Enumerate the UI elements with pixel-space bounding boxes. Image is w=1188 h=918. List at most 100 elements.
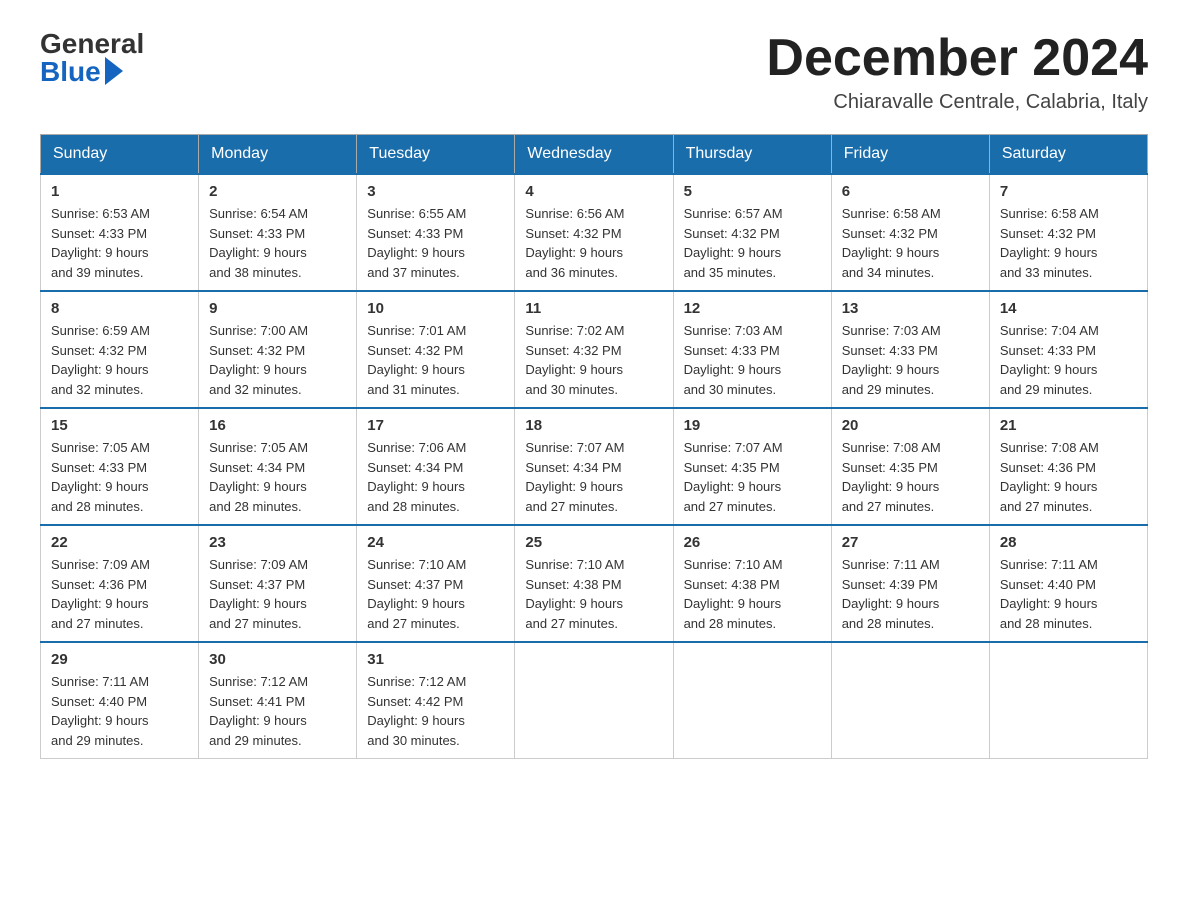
calendar-cell: 27 Sunrise: 7:11 AMSunset: 4:39 PMDayligh… (831, 525, 989, 642)
col-header-thursday: Thursday (673, 135, 831, 175)
day-number: 14 (1000, 300, 1137, 317)
day-info: Sunrise: 7:00 AMSunset: 4:32 PMDaylight:… (209, 321, 346, 399)
calendar-cell: 18 Sunrise: 7:07 AMSunset: 4:34 PMDayligh… (515, 408, 673, 525)
day-info: Sunrise: 7:11 AMSunset: 4:40 PMDaylight:… (51, 672, 188, 750)
day-info: Sunrise: 7:09 AMSunset: 4:37 PMDaylight:… (209, 555, 346, 633)
col-header-sunday: Sunday (41, 135, 199, 175)
calendar-cell: 8 Sunrise: 6:59 AMSunset: 4:32 PMDaylight… (41, 291, 199, 408)
col-header-tuesday: Tuesday (357, 135, 515, 175)
day-info: Sunrise: 7:01 AMSunset: 4:32 PMDaylight:… (367, 321, 504, 399)
day-number: 11 (525, 300, 662, 317)
logo-general-text: General (40, 30, 144, 58)
day-info: Sunrise: 7:05 AMSunset: 4:33 PMDaylight:… (51, 438, 188, 516)
day-number: 29 (51, 651, 188, 668)
calendar-cell: 6Sunrise: 6:58 AMSunset: 4:32 PMDaylight… (831, 174, 989, 291)
calendar-cell (673, 642, 831, 759)
day-info: Sunrise: 6:55 AMSunset: 4:33 PMDaylight:… (367, 204, 504, 282)
week-row-1: 1 Sunrise: 6:53 AMSunset: 4:33 PMDaylight… (41, 174, 1148, 291)
day-info: Sunrise: 6:59 AMSunset: 4:32 PMDaylight:… (51, 321, 188, 399)
week-row-3: 15Sunrise: 7:05 AMSunset: 4:33 PMDayligh… (41, 408, 1148, 525)
day-info: Sunrise: 7:07 AMSunset: 4:35 PMDaylight:… (684, 438, 821, 516)
day-info: Sunrise: 7:12 AMSunset: 4:41 PMDaylight:… (209, 672, 346, 750)
calendar-cell: 1 Sunrise: 6:53 AMSunset: 4:33 PMDaylight… (41, 174, 199, 291)
day-number: 13 (842, 300, 979, 317)
col-header-saturday: Saturday (989, 135, 1147, 175)
calendar-header-row: SundayMondayTuesdayWednesdayThursdayFrid… (41, 135, 1148, 175)
calendar-cell: 21 Sunrise: 7:08 AMSunset: 4:36 PMDayligh… (989, 408, 1147, 525)
calendar-table: SundayMondayTuesdayWednesdayThursdayFrid… (40, 134, 1148, 759)
calendar-cell: 28Sunrise: 7:11 AMSunset: 4:40 PMDayligh… (989, 525, 1147, 642)
day-info: Sunrise: 7:03 AMSunset: 4:33 PMDaylight:… (842, 321, 979, 399)
calendar-cell: 15Sunrise: 7:05 AMSunset: 4:33 PMDayligh… (41, 408, 199, 525)
day-number: 21 (1000, 417, 1137, 434)
calendar-cell (515, 642, 673, 759)
day-info: Sunrise: 7:11 AMSunset: 4:40 PMDaylight:… (1000, 555, 1137, 633)
logo: General Blue (40, 30, 144, 86)
day-info: Sunrise: 7:05 AMSunset: 4:34 PMDaylight:… (209, 438, 346, 516)
week-row-5: 29 Sunrise: 7:11 AMSunset: 4:40 PMDayligh… (41, 642, 1148, 759)
calendar-cell: 16 Sunrise: 7:05 AMSunset: 4:34 PMDayligh… (199, 408, 357, 525)
day-number: 27 (842, 534, 979, 551)
calendar-cell: 12Sunrise: 7:03 AMSunset: 4:33 PMDayligh… (673, 291, 831, 408)
calendar-cell: 7 Sunrise: 6:58 AMSunset: 4:32 PMDaylight… (989, 174, 1147, 291)
day-number: 18 (525, 417, 662, 434)
logo-blue-text: Blue (40, 58, 123, 86)
day-info: Sunrise: 7:04 AMSunset: 4:33 PMDaylight:… (1000, 321, 1137, 399)
calendar-cell: 22Sunrise: 7:09 AMSunset: 4:36 PMDayligh… (41, 525, 199, 642)
week-row-4: 22Sunrise: 7:09 AMSunset: 4:36 PMDayligh… (41, 525, 1148, 642)
day-info: Sunrise: 6:58 AMSunset: 4:32 PMDaylight:… (1000, 204, 1137, 282)
day-info: Sunrise: 7:07 AMSunset: 4:34 PMDaylight:… (525, 438, 662, 516)
day-info: Sunrise: 7:02 AMSunset: 4:32 PMDaylight:… (525, 321, 662, 399)
day-number: 7 (1000, 183, 1137, 200)
calendar-cell: 14 Sunrise: 7:04 AMSunset: 4:33 PMDayligh… (989, 291, 1147, 408)
calendar-cell: 17 Sunrise: 7:06 AMSunset: 4:34 PMDayligh… (357, 408, 515, 525)
day-number: 4 (525, 183, 662, 200)
day-info: Sunrise: 6:57 AMSunset: 4:32 PMDaylight:… (684, 204, 821, 282)
day-info: Sunrise: 7:10 AMSunset: 4:38 PMDaylight:… (684, 555, 821, 633)
day-info: Sunrise: 6:54 AMSunset: 4:33 PMDaylight:… (209, 204, 346, 282)
col-header-wednesday: Wednesday (515, 135, 673, 175)
calendar-cell: 11 Sunrise: 7:02 AMSunset: 4:32 PMDayligh… (515, 291, 673, 408)
day-number: 8 (51, 300, 188, 317)
day-number: 6 (842, 183, 979, 200)
day-info: Sunrise: 7:10 AMSunset: 4:37 PMDaylight:… (367, 555, 504, 633)
day-info: Sunrise: 7:11 AMSunset: 4:39 PMDaylight:… (842, 555, 979, 633)
calendar-cell: 29 Sunrise: 7:11 AMSunset: 4:40 PMDayligh… (41, 642, 199, 759)
day-number: 17 (367, 417, 504, 434)
location-subtitle: Chiaravalle Centrale, Calabria, Italy (766, 91, 1148, 114)
calendar-cell: 10Sunrise: 7:01 AMSunset: 4:32 PMDayligh… (357, 291, 515, 408)
day-number: 20 (842, 417, 979, 434)
day-number: 2 (209, 183, 346, 200)
calendar-cell: 19 Sunrise: 7:07 AMSunset: 4:35 PMDayligh… (673, 408, 831, 525)
calendar-cell (831, 642, 989, 759)
day-number: 12 (684, 300, 821, 317)
day-number: 9 (209, 300, 346, 317)
calendar-cell (989, 642, 1147, 759)
day-number: 25 (525, 534, 662, 551)
day-number: 1 (51, 183, 188, 200)
day-number: 16 (209, 417, 346, 434)
day-number: 23 (209, 534, 346, 551)
page-header: General Blue December 2024 Chiaravalle C… (40, 30, 1148, 114)
day-number: 31 (367, 651, 504, 668)
day-info: Sunrise: 7:12 AMSunset: 4:42 PMDaylight:… (367, 672, 504, 750)
calendar-cell: 9 Sunrise: 7:00 AMSunset: 4:32 PMDaylight… (199, 291, 357, 408)
calendar-cell: 26Sunrise: 7:10 AMSunset: 4:38 PMDayligh… (673, 525, 831, 642)
calendar-cell: 30 Sunrise: 7:12 AMSunset: 4:41 PMDayligh… (199, 642, 357, 759)
calendar-cell: 23 Sunrise: 7:09 AMSunset: 4:37 PMDayligh… (199, 525, 357, 642)
day-number: 19 (684, 417, 821, 434)
day-info: Sunrise: 7:10 AMSunset: 4:38 PMDaylight:… (525, 555, 662, 633)
day-info: Sunrise: 6:56 AMSunset: 4:32 PMDaylight:… (525, 204, 662, 282)
day-number: 22 (51, 534, 188, 551)
calendar-cell: 31 Sunrise: 7:12 AMSunset: 4:42 PMDayligh… (357, 642, 515, 759)
calendar-cell: 3 Sunrise: 6:55 AMSunset: 4:33 PMDaylight… (357, 174, 515, 291)
calendar-cell: 20Sunrise: 7:08 AMSunset: 4:35 PMDayligh… (831, 408, 989, 525)
calendar-cell: 13 Sunrise: 7:03 AMSunset: 4:33 PMDayligh… (831, 291, 989, 408)
day-number: 3 (367, 183, 504, 200)
day-info: Sunrise: 6:53 AMSunset: 4:33 PMDaylight:… (51, 204, 188, 282)
col-header-monday: Monday (199, 135, 357, 175)
day-info: Sunrise: 7:06 AMSunset: 4:34 PMDaylight:… (367, 438, 504, 516)
day-number: 30 (209, 651, 346, 668)
day-info: Sunrise: 7:08 AMSunset: 4:36 PMDaylight:… (1000, 438, 1137, 516)
logo-triangle-icon (105, 57, 123, 85)
